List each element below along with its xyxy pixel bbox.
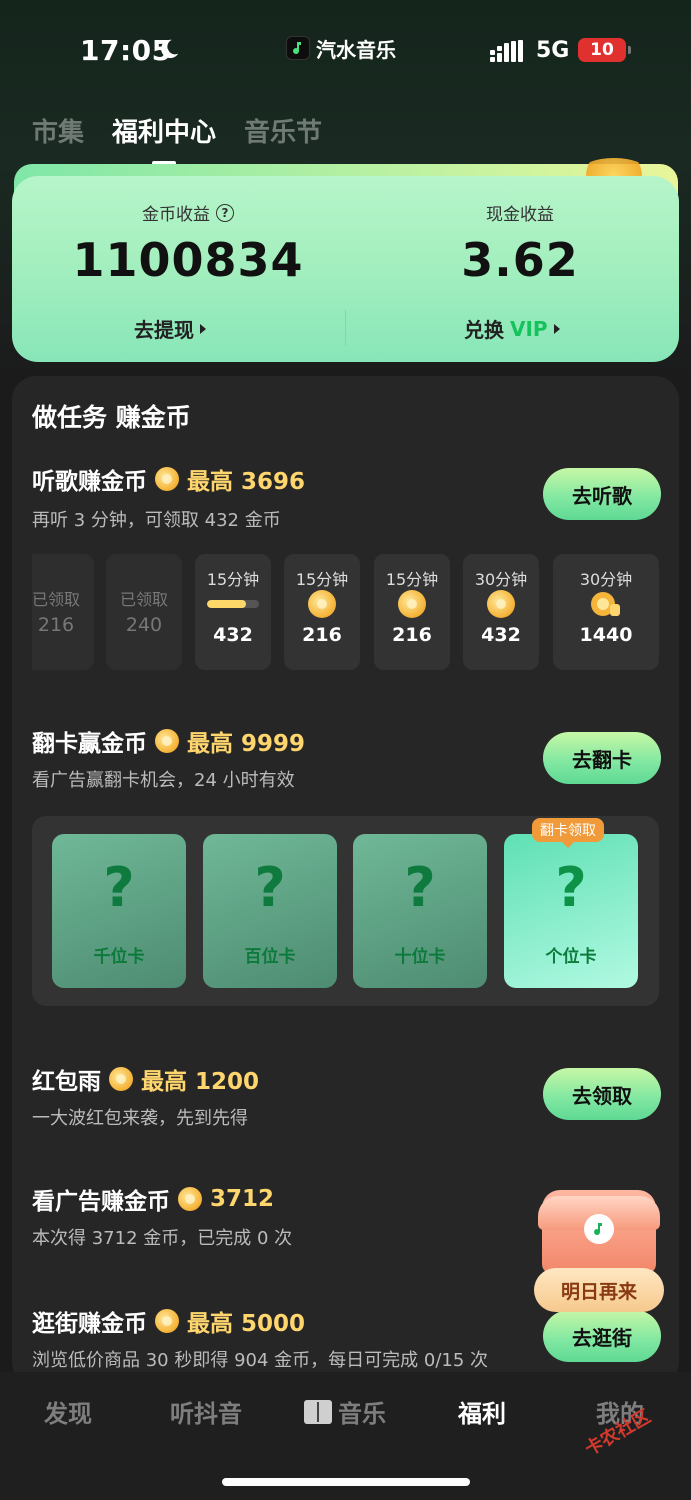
- ads-task-subtitle: 本次得 3712 金币，已完成 0 次: [32, 1228, 293, 1249]
- chest-come-back-tomorrow[interactable]: 明日再来: [534, 1268, 664, 1312]
- tab-music-festival[interactable]: 音乐节: [244, 112, 322, 149]
- caret-right-icon: [553, 323, 560, 334]
- coin-icon: [487, 590, 515, 618]
- flip-claim-tag: 翻卡领取: [532, 818, 604, 842]
- battery-indicator: 10: [578, 38, 631, 62]
- tab-market[interactable]: 市集: [32, 112, 84, 149]
- cash-earnings[interactable]: 现金收益 3.62: [400, 200, 640, 287]
- listen-progress-bar: [207, 600, 259, 608]
- coin-icon: [155, 467, 179, 491]
- network-type: 5G: [536, 38, 570, 63]
- coin-earnings-label: 金币收益: [142, 205, 210, 225]
- reward-slot: 15分钟 432: [195, 554, 271, 670]
- coin-icon: [109, 1067, 133, 1091]
- flip-card-tens[interactable]: ? 十位卡: [353, 834, 487, 988]
- ads-task-title: 看广告赚金币 3712: [32, 1186, 275, 1215]
- cash-earnings-label: 现金收益: [486, 205, 554, 225]
- cash-earnings-value: 3.62: [461, 233, 579, 287]
- shop-task-title: 逛街赚金币 最高 5000: [32, 1309, 306, 1337]
- reward-slot: 15分钟 216: [284, 554, 360, 670]
- tab-welfare-center-label: 福利中心: [112, 118, 217, 148]
- app-logo-icon: [286, 36, 310, 60]
- go-flip-button[interactable]: 去翻卡: [543, 732, 661, 784]
- redpacket-task-subtitle: 一大波红包来袭，先到先得: [32, 1108, 248, 1129]
- redpacket-task-title: 红包雨 最高 1200: [32, 1067, 260, 1095]
- reward-slot: 15分钟 216: [374, 554, 450, 670]
- panel-title: 做任务 赚金币: [32, 403, 191, 432]
- shop-task-subtitle: 浏览低价商品 30 秒即得 904 金币，每日可完成 0/15 次: [32, 1350, 489, 1371]
- exchange-vip-link[interactable]: 兑换 VIP: [464, 314, 560, 343]
- flip-task-title: 翻卡赢金币 最高 9999: [32, 729, 306, 757]
- coin-bag-icon: [591, 592, 620, 616]
- nav-douyin[interactable]: 听抖音: [170, 1394, 242, 1429]
- coin-icon: [398, 590, 426, 618]
- top-tabs: 市集 福利中心 音乐节: [32, 112, 322, 165]
- go-listen-button[interactable]: 去听歌: [543, 468, 661, 520]
- reward-slot: 30分钟 1440: [553, 554, 659, 670]
- help-icon[interactable]: ?: [216, 203, 234, 222]
- coin-icon: [155, 1309, 179, 1333]
- chest-lock-icon: [584, 1214, 614, 1244]
- moon-icon: [161, 39, 179, 59]
- caret-right-icon: [200, 323, 206, 334]
- listen-task-title: 听歌赚金币 最高 3696: [32, 467, 306, 495]
- coin-icon: [178, 1187, 202, 1211]
- now-playing-app: 汽水音乐: [286, 34, 396, 62]
- signal-icon: [490, 40, 523, 62]
- nav-welfare[interactable]: 福利: [458, 1394, 506, 1429]
- coin-earnings-value: 1100834: [72, 233, 304, 287]
- reward-slot: 已领取 240: [106, 554, 182, 670]
- app-name: 汽水音乐: [316, 37, 396, 62]
- listen-reward-slots[interactable]: 已领取 216 已领取 240 15分钟 432 15分钟 216 15分钟 2…: [32, 554, 659, 670]
- withdraw-link[interactable]: 去提现: [134, 314, 206, 343]
- nav-discover[interactable]: 发现: [44, 1394, 92, 1429]
- reward-slot: 30分钟 432: [463, 554, 539, 670]
- listen-progress-fill: [207, 600, 246, 608]
- tab-welfare-center[interactable]: 福利中心: [112, 112, 217, 165]
- earnings-card: 金币收益 ? 1100834 现金收益 3.62 去提现 兑换 VIP: [12, 176, 679, 362]
- go-claim-button[interactable]: 去领取: [543, 1068, 661, 1120]
- coin-earnings[interactable]: 金币收益 ? 1100834: [68, 200, 308, 287]
- flip-card-thousands[interactable]: ? 千位卡: [52, 834, 186, 988]
- home-indicator[interactable]: [222, 1478, 470, 1486]
- go-shop-button[interactable]: 去逛街: [543, 1310, 661, 1362]
- flip-task-subtitle: 看广告赢翻卡机会，24 小时有效: [32, 770, 295, 791]
- coin-icon: [155, 729, 179, 753]
- music-book-icon: [304, 1399, 332, 1424]
- nav-music[interactable]: 音乐: [304, 1394, 386, 1429]
- divider: [345, 310, 346, 346]
- flip-card-hundreds[interactable]: ? 百位卡: [203, 834, 337, 988]
- flip-card-ones[interactable]: ? 个位卡: [504, 834, 638, 988]
- status-bar: 17:05 汽水音乐 5G 10: [0, 0, 691, 100]
- listen-task-subtitle: 再听 3 分钟，可领取 432 金币: [32, 510, 281, 531]
- reward-slot: 已领取 216: [32, 554, 94, 670]
- coin-icon: [308, 590, 336, 618]
